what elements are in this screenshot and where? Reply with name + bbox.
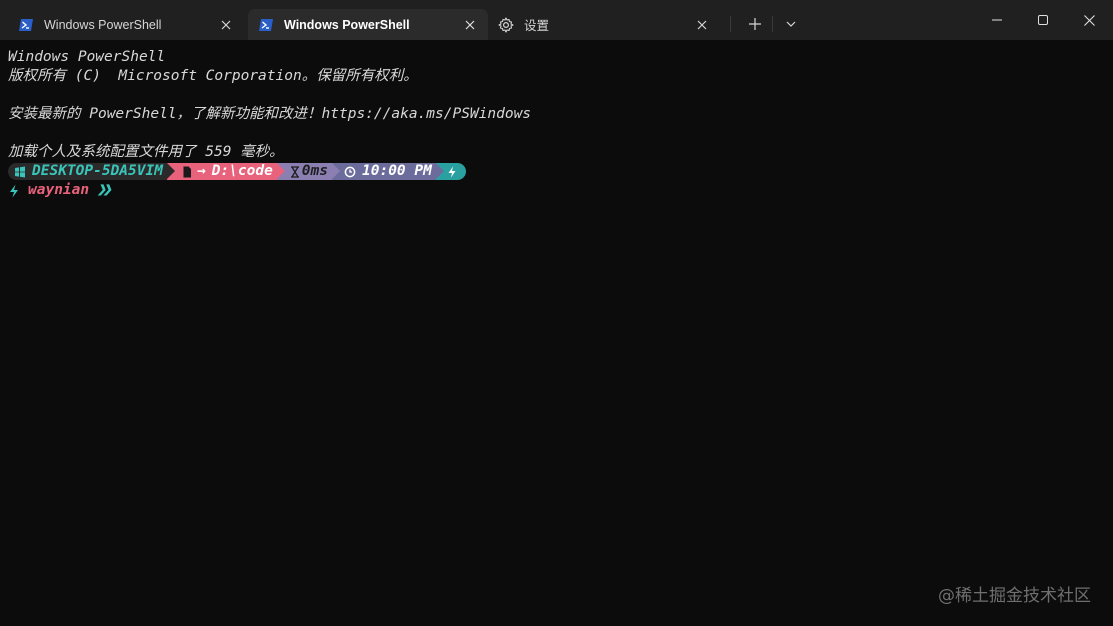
powershell-icon (259, 18, 273, 31)
tab-powershell-2[interactable]: Windows PowerShell (248, 9, 488, 40)
terminal-line: 加载个人及系统配置文件用了 559 毫秒。 (8, 144, 284, 160)
file-icon (183, 166, 191, 177)
close-tab-icon[interactable] (458, 13, 482, 37)
maximize-button[interactable] (1020, 0, 1066, 40)
segment-separator (166, 163, 175, 179)
new-tab-button[interactable] (741, 10, 769, 38)
terminal-line: 版权所有 (C) Microsoft Corporation。保留所有权利。 (8, 68, 418, 84)
powershell-icon (19, 18, 33, 31)
minimize-button[interactable] (974, 0, 1020, 40)
segment-separator (435, 163, 444, 179)
hourglass-icon (290, 165, 299, 178)
tab-label: 设置 (524, 19, 550, 33)
minimize-icon (992, 19, 1002, 21)
current-time: 10:00 PM (362, 163, 432, 179)
clock-icon (344, 166, 356, 177)
title-bar: Windows PowerShell Windows PowerShell 设置 (0, 0, 1113, 40)
user-name: waynian (28, 182, 90, 198)
windows-icon (15, 166, 25, 177)
tab-settings[interactable]: 设置 (490, 9, 720, 40)
watermark: @稀土掘金技术社区 (938, 586, 1091, 606)
prompt-duration-segment: 0ms (276, 163, 340, 180)
terminal-window: Windows PowerShell Windows PowerShell 设置 (0, 0, 1113, 626)
close-tab-icon[interactable] (214, 13, 238, 37)
lightning-icon (448, 166, 456, 177)
close-tab-icon[interactable] (690, 13, 714, 37)
command-duration: 0ms (301, 163, 328, 179)
close-icon (1083, 14, 1095, 26)
segment-separator (332, 163, 340, 179)
terminal-line: 安装最新的 PowerShell，了解新功能和改进！https://aka.ms… (8, 106, 532, 122)
prompt-chevrons: ❯❯ (97, 182, 112, 198)
close-window-button[interactable] (1066, 0, 1112, 40)
current-path: D:\code (211, 163, 273, 179)
tab-label: Windows PowerShell (284, 17, 410, 32)
tab-divider (772, 16, 773, 32)
terminal-line: Windows PowerShell (8, 49, 166, 65)
prompt-host-segment: DESKTOP-5DA5VIM (8, 163, 175, 180)
maximize-icon (1038, 15, 1048, 25)
tab-powershell-1[interactable]: Windows PowerShell (8, 9, 244, 40)
path-arrow: → (196, 163, 206, 179)
lightning-icon (10, 184, 18, 197)
prompt-bar: DESKTOP-5DA5VIM → D:\code 0ms 10:00 PM (8, 162, 1113, 181)
plus-icon (749, 18, 761, 30)
tab-divider (730, 16, 731, 32)
segment-separator (276, 163, 285, 179)
chevron-down-icon (786, 21, 796, 27)
user-prompt-line: waynian ❯❯ (8, 181, 1113, 200)
terminal-output[interactable]: Windows PowerShell 版权所有 (C) Microsoft Co… (0, 40, 1113, 626)
tab-label: Windows PowerShell (44, 17, 162, 32)
prompt-path-segment: → D:\code (166, 163, 285, 180)
prompt-time-segment: 10:00 PM (332, 163, 444, 180)
tab-dropdown-button[interactable] (777, 10, 805, 38)
gear-icon (498, 16, 514, 33)
host-name: DESKTOP-5DA5VIM (32, 163, 163, 179)
